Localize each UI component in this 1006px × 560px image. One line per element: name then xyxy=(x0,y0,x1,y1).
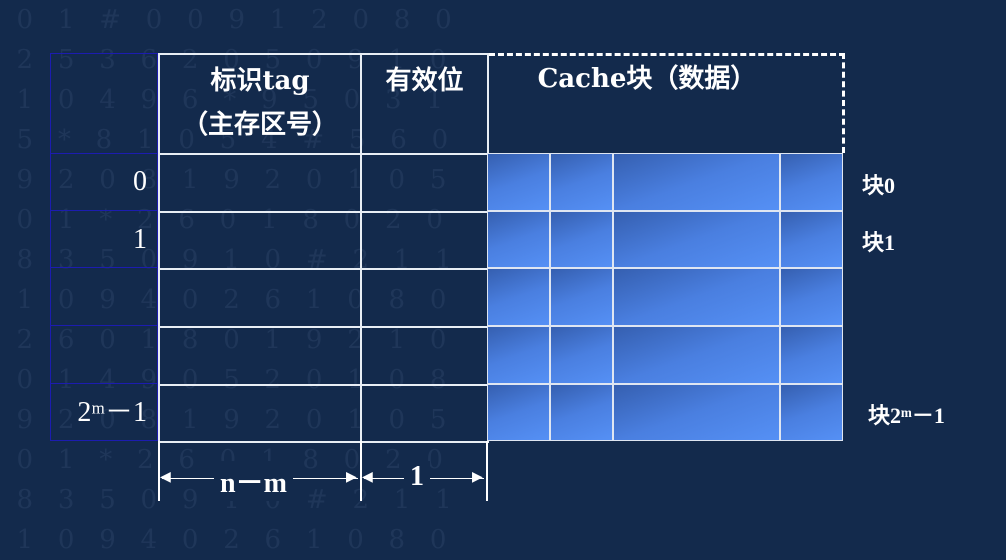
tag-cell xyxy=(158,211,362,270)
row-number-0: 0 xyxy=(50,153,158,211)
block-label-last: 块2ᵐ－1 xyxy=(868,403,945,428)
block-label-0: 块0 xyxy=(862,173,896,198)
cache-data-cell xyxy=(780,384,843,441)
cache-data-cell xyxy=(613,211,780,268)
valid-cell xyxy=(360,153,489,213)
tag-header-line1: 标识tag xyxy=(210,66,310,96)
cache-data-cell xyxy=(487,268,550,326)
cache-data-cell xyxy=(550,384,613,441)
arrow-head-left-icon: ◀ xyxy=(362,469,373,485)
cache-header-dashed-right xyxy=(842,53,845,153)
valid-width-label: 1 xyxy=(404,461,430,493)
cache-data-cell xyxy=(780,211,843,268)
cache-data-cell xyxy=(550,326,613,384)
row-number-1: 1 xyxy=(50,211,158,268)
cache-data-cell xyxy=(550,268,613,326)
cache-data-cell xyxy=(780,268,843,326)
row-number-2 xyxy=(50,268,158,326)
dim-tick-right xyxy=(486,441,488,501)
tag-header-line2: （主存区号） xyxy=(181,110,338,140)
cache-block-header: Cache块（数据） xyxy=(537,64,757,94)
valid-header: 有效位 xyxy=(360,53,489,155)
arrow-head-left-icon: ◀ xyxy=(160,469,171,485)
cache-data-cell xyxy=(550,153,613,211)
cache-data-cell xyxy=(487,326,550,384)
tag-cell xyxy=(158,153,362,213)
cache-data-cell xyxy=(487,384,550,441)
cache-data-cell xyxy=(613,153,780,211)
cache-data-cell xyxy=(780,326,843,384)
valid-cell xyxy=(360,384,489,443)
cache-data-cell xyxy=(487,211,550,268)
cache-data-cell xyxy=(780,153,843,211)
tag-cell xyxy=(158,384,362,443)
tag-cell xyxy=(158,326,362,386)
valid-cell xyxy=(360,268,489,328)
row-number-last: 2ᵐ－1 xyxy=(50,384,158,441)
cache-header-dashed-top xyxy=(489,53,845,56)
arrow-head-right-icon: ▶ xyxy=(346,469,357,485)
valid-cell xyxy=(360,211,489,270)
cache-data-cell xyxy=(550,211,613,268)
tag-header: 标识tag （主存区号） xyxy=(158,53,362,155)
block-label-1: 块1 xyxy=(862,230,896,255)
row-number-3 xyxy=(50,326,158,384)
arrow-head-right-icon: ▶ xyxy=(472,469,483,485)
cache-data-cell xyxy=(613,326,780,384)
valid-cell xyxy=(360,326,489,386)
cache-data-cell xyxy=(613,384,780,441)
cache-data-cell xyxy=(613,268,780,326)
cache-data-cell xyxy=(487,153,550,211)
valid-header-label: 有效位 xyxy=(385,66,464,96)
tag-width-label: n－m xyxy=(214,461,293,501)
tag-cell xyxy=(158,268,362,328)
